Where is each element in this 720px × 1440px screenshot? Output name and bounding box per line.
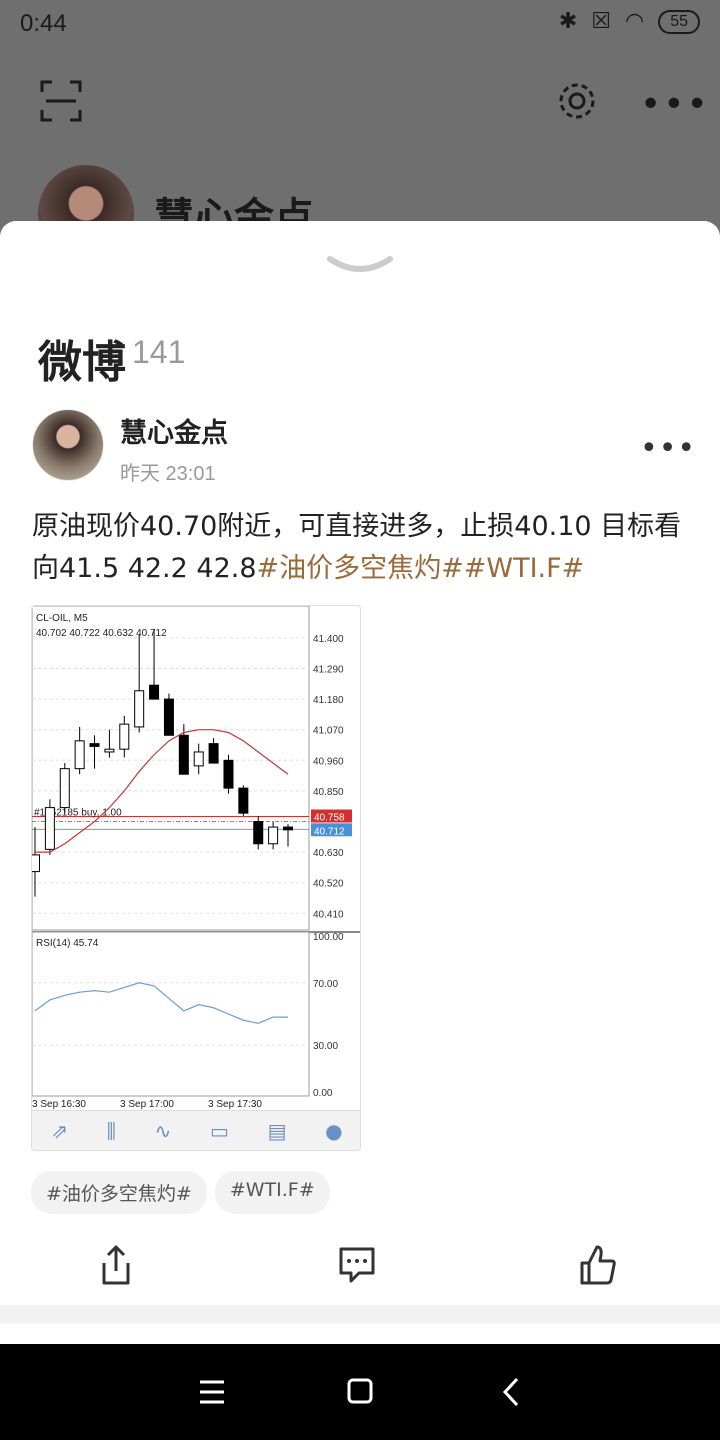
status-bar: 0:44 ✱ ☒ ◠ 55 <box>0 0 720 48</box>
candle-body <box>104 748 115 753</box>
wifi-icon: ◠ <box>625 9 645 34</box>
chat-icon: ● <box>325 1118 343 1143</box>
price-tick-label: 40.520 <box>313 879 344 890</box>
candle-body <box>178 734 189 775</box>
scan-icon[interactable] <box>40 80 82 122</box>
candle-body <box>134 690 145 728</box>
price-tick-label: 41.180 <box>313 695 344 706</box>
inbox-icon: ▭ <box>210 1118 229 1143</box>
candle-body <box>44 807 55 850</box>
price-tick-label: 41.290 <box>313 665 344 676</box>
candle-body <box>59 768 70 809</box>
post-timestamp: 昨天 23:01 <box>120 463 216 485</box>
price-tick-label: 40.850 <box>313 787 344 798</box>
candles-icon: ⫼ <box>106 1118 116 1143</box>
candle-body <box>74 740 85 770</box>
rsi-label: RSI(14) 45.74 <box>36 938 99 949</box>
bluetooth-icon: ✱ <box>558 9 578 34</box>
candle-body <box>193 751 204 767</box>
price-tick-label: 40.960 <box>313 756 344 767</box>
red-price-tag-label: 40.758 <box>314 813 345 824</box>
like-icon[interactable] <box>578 1243 618 1287</box>
time-tick-label: 3 Sep 17:00 <box>120 1099 174 1110</box>
bottom-sheet: 微博 141 慧心金点 昨天 23:01 ••• 原油现价40.70附近，可直接… <box>0 221 720 1344</box>
divider <box>0 1305 720 1323</box>
candle-body <box>208 743 219 764</box>
candlestick-chart: 41.400 41.290 41.180 41.070 40.960 40.850 40.6… <box>32 606 360 1110</box>
share-icon[interactable] <box>96 1243 136 1287</box>
time-tick-label: 3 Sep 17:30 <box>208 1099 262 1110</box>
menu-icon[interactable] <box>192 1374 232 1410</box>
author-avatar[interactable] <box>32 409 104 481</box>
candle-body <box>149 684 160 700</box>
blue-price-tag-label: 40.712 <box>314 826 345 837</box>
post-text: 原油现价40.70附近，可直接进多，止损40.10 目标看向41.5 42.2 … <box>32 506 692 590</box>
rsi-tick-label: 100.00 <box>313 932 344 943</box>
news-icon: ▤ <box>267 1118 287 1143</box>
post-actions <box>0 1243 720 1291</box>
back-icon[interactable] <box>492 1374 532 1410</box>
section-count: 141 <box>132 334 186 370</box>
ohlc-readout: 40.702 40.722 40.632 40.712 <box>36 628 167 639</box>
author-name[interactable]: 慧心金点 <box>120 411 228 450</box>
no-sim-icon: ☒ <box>591 9 611 34</box>
comment-icon[interactable] <box>337 1243 377 1287</box>
indicators-icon: ∿ <box>154 1118 172 1143</box>
gear-icon[interactable] <box>556 80 598 122</box>
candle-body <box>223 759 234 789</box>
home-icon[interactable] <box>340 1374 380 1410</box>
status-time: 0:44 <box>20 10 67 37</box>
candle-body <box>268 826 279 845</box>
price-tick-label: 40.410 <box>313 909 344 920</box>
post-hashtags[interactable]: #油价多空焦灼##WTI.F# <box>257 553 585 584</box>
tag-chip[interactable]: #油价多空焦灼# <box>31 1171 207 1214</box>
rsi-tick-label: 70.00 <box>313 979 338 990</box>
rsi-panel <box>32 931 310 1097</box>
section-title: 微博 <box>38 337 126 388</box>
price-tick-label: 41.400 <box>313 634 344 645</box>
candle-body <box>253 821 264 845</box>
candle-body <box>163 698 174 736</box>
post-more-icon[interactable]: ••• <box>640 431 696 466</box>
candle-body <box>238 787 249 814</box>
more-options-icon[interactable]: ••• <box>640 84 710 125</box>
price-tick-label: 40.630 <box>313 848 344 859</box>
time-tick-label: 3 Sep 16:30 <box>32 1099 86 1110</box>
trend-icon: ⇗ <box>51 1118 69 1143</box>
chart-symbol: CL-OIL, M5 <box>36 613 88 624</box>
price-panel <box>32 606 310 931</box>
rsi-tick-label: 0.00 <box>313 1088 333 1099</box>
tags-row: #油价多空焦灼# #WTI.F# <box>31 1171 330 1214</box>
battery-icon: 55 <box>658 9 700 34</box>
candle-body <box>89 743 100 747</box>
system-nav-bar <box>0 1344 720 1440</box>
collapse-chevron-icon[interactable] <box>326 253 394 277</box>
tag-chip[interactable]: #WTI.F# <box>214 1171 330 1214</box>
candle-body <box>283 826 293 831</box>
chart-image[interactable]: 41.400 41.290 41.180 41.070 40.960 40.850 40.6… <box>31 605 361 1151</box>
rsi-tick-label: 30.00 <box>313 1041 338 1052</box>
candle-body <box>32 854 40 873</box>
candle-body <box>119 723 130 750</box>
chart-toolbar: ⇗ ⫼ ∿ ▭ ▤ ● <box>32 1110 360 1150</box>
price-tick-label: 41.070 <box>313 726 344 737</box>
